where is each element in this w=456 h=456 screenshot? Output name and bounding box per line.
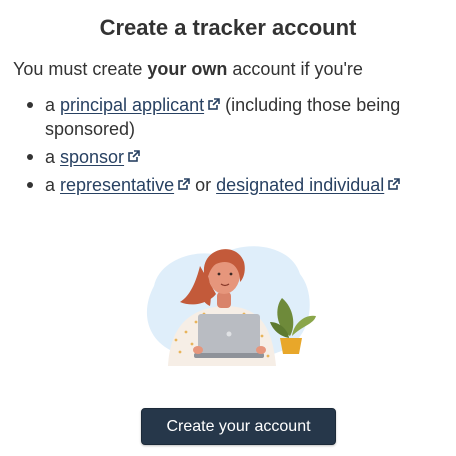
external-link-icon[interactable] xyxy=(388,178,401,190)
intro-after: account if you're xyxy=(227,59,363,79)
intro-before: You must create xyxy=(13,59,148,79)
eye-right xyxy=(229,272,233,276)
plant-pot xyxy=(280,338,302,354)
principal-applicant-link[interactable]: principal applicant xyxy=(60,95,204,115)
role-prefix: a xyxy=(45,147,61,167)
hand-right xyxy=(256,346,266,354)
role-item-representative: a representative or designated individua… xyxy=(27,173,456,197)
external-link-icon[interactable] xyxy=(178,178,191,190)
role-prefix: a xyxy=(45,175,61,195)
designated-individual-link[interactable]: designated individual xyxy=(216,175,384,195)
laptop-base xyxy=(194,353,264,358)
role-prefix: a xyxy=(45,95,61,115)
create-account-button[interactable]: Create your account xyxy=(141,408,336,445)
intro-text: You must create your own account if you'… xyxy=(13,57,363,81)
intro-emphasis: your own xyxy=(147,59,228,79)
laptop-logo xyxy=(226,331,232,337)
external-link-icon[interactable] xyxy=(128,150,141,162)
representative-link[interactable]: representative xyxy=(60,175,174,195)
woman-at-laptop-illustration xyxy=(146,246,316,366)
sponsor-link[interactable]: sponsor xyxy=(60,147,124,167)
external-link-icon[interactable] xyxy=(208,98,221,110)
role-item-principal-applicant: a principal applicant (including those b… xyxy=(27,93,456,141)
page-title: Create a tracker account xyxy=(99,15,357,40)
eye-left xyxy=(217,272,221,276)
role-item-sponsor: a sponsor xyxy=(27,145,456,169)
hand-left xyxy=(193,346,203,354)
role-list: a principal applicant (including those b… xyxy=(0,93,456,201)
role-middle: or xyxy=(190,175,217,195)
neck xyxy=(217,292,231,308)
